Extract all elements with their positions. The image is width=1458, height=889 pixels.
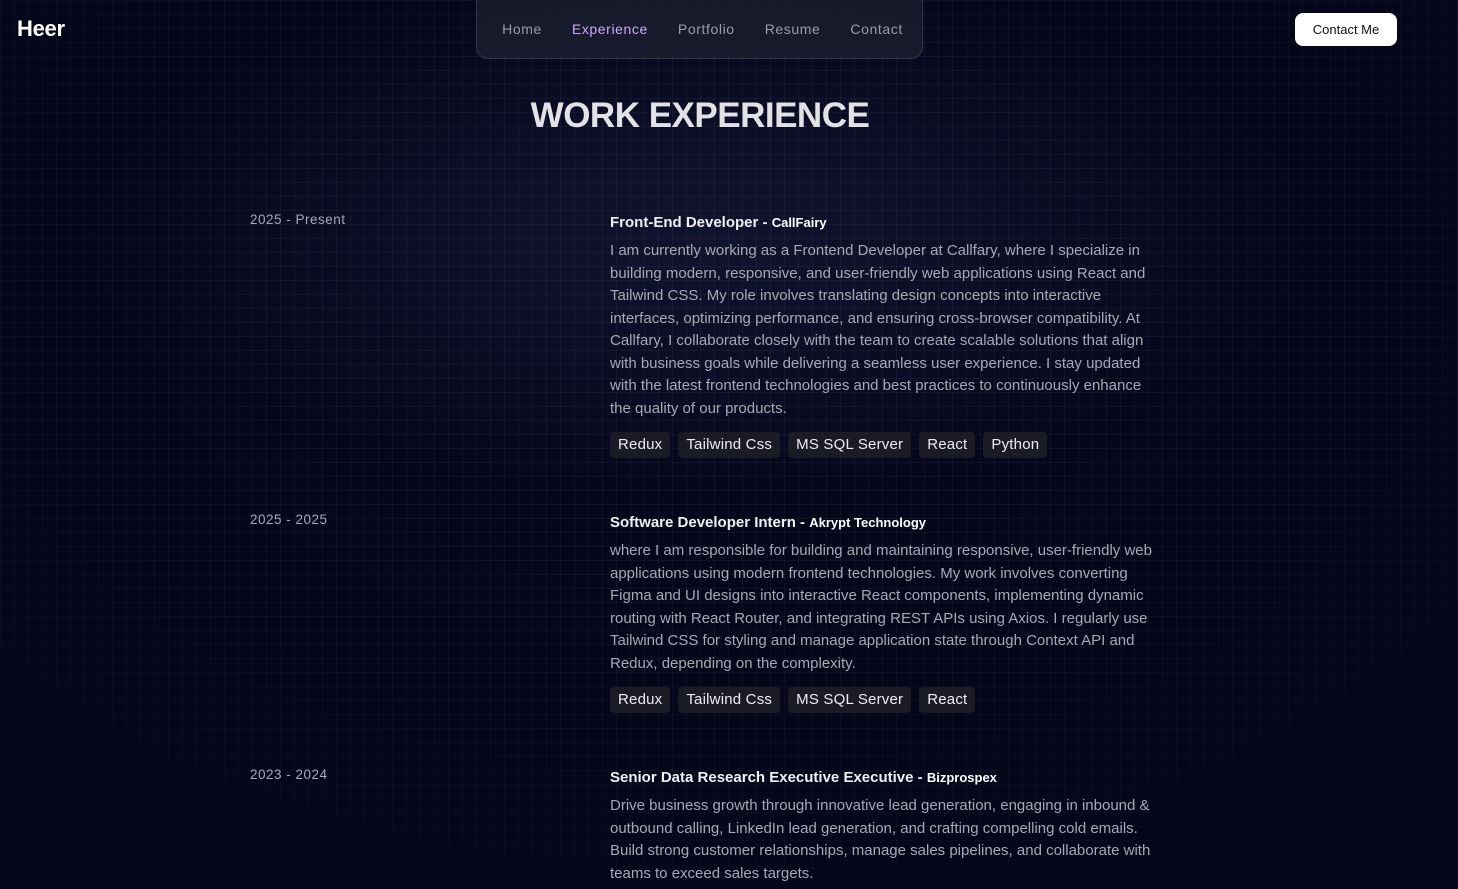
role-separator: -	[758, 214, 772, 231]
experience-role-line: Software Developer Intern - Akrypt Techn…	[610, 512, 1155, 534]
experience-role-line: Senior Data Research Executive Executive…	[610, 767, 1155, 789]
page-title: WORK EXPERIENCE	[530, 96, 870, 135]
experience-role: Software Developer Intern	[610, 514, 796, 531]
site-header: Heer Home Experience Portfolio Resume Co…	[0, 0, 1458, 60]
experience-description: I am currently working as a Frontend Dev…	[610, 242, 1146, 417]
skill-tags: Redux Tailwind Css MS SQL Server React	[610, 687, 1155, 713]
skill-tag: Redux	[610, 432, 671, 458]
experience-description: where I am responsible for building and …	[610, 542, 1152, 672]
nav-experience[interactable]: Experience	[557, 21, 663, 37]
nav-contact[interactable]: Contact	[835, 21, 917, 37]
experience-company: CallFairy	[771, 215, 827, 230]
skill-tag: MS SQL Server	[788, 432, 912, 458]
role-separator: -	[795, 514, 810, 531]
experience-content: Senior Data Research Executive Executive…	[610, 767, 1155, 885]
experience-company: Bizprospex	[926, 770, 997, 785]
experience-role: Front-End Developer	[610, 214, 759, 231]
experience-period: 2023 - 2024	[250, 767, 328, 782]
skill-tag: React	[919, 687, 976, 713]
experience-content: Software Developer Intern - Akrypt Techn…	[610, 512, 1155, 713]
experience-content: Front-End Developer - CallFairy I am cur…	[610, 212, 1155, 458]
skill-tag: MS SQL Server	[788, 687, 912, 713]
logo[interactable]: Heer	[17, 16, 65, 42]
skill-tag: Redux	[610, 687, 671, 713]
skill-tag: Tailwind Css	[678, 432, 781, 458]
contact-me-button[interactable]: Contact Me	[1295, 13, 1397, 46]
nav-portfolio[interactable]: Portfolio	[663, 21, 750, 37]
experience-company: Akrypt Technology	[809, 515, 927, 530]
role-separator: -	[913, 769, 927, 786]
skill-tag: Python	[983, 432, 1048, 458]
nav-home[interactable]: Home	[487, 21, 557, 37]
experience-role: Senior Data Research Executive Executive	[610, 769, 914, 786]
nav-resume[interactable]: Resume	[750, 21, 836, 37]
skill-tag: React	[919, 432, 976, 458]
main-nav: Home Experience Portfolio Resume Contact	[476, 0, 923, 59]
skill-tags: Redux Tailwind Css MS SQL Server React P…	[610, 432, 1155, 458]
skill-tag: Tailwind Css	[678, 687, 781, 713]
experience-period: 2025 - Present	[250, 212, 346, 227]
experience-period: 2025 - 2025	[250, 512, 328, 527]
experience-role-line: Front-End Developer - CallFairy	[610, 212, 1155, 234]
experience-description: Drive business growth through innovative…	[610, 797, 1151, 882]
